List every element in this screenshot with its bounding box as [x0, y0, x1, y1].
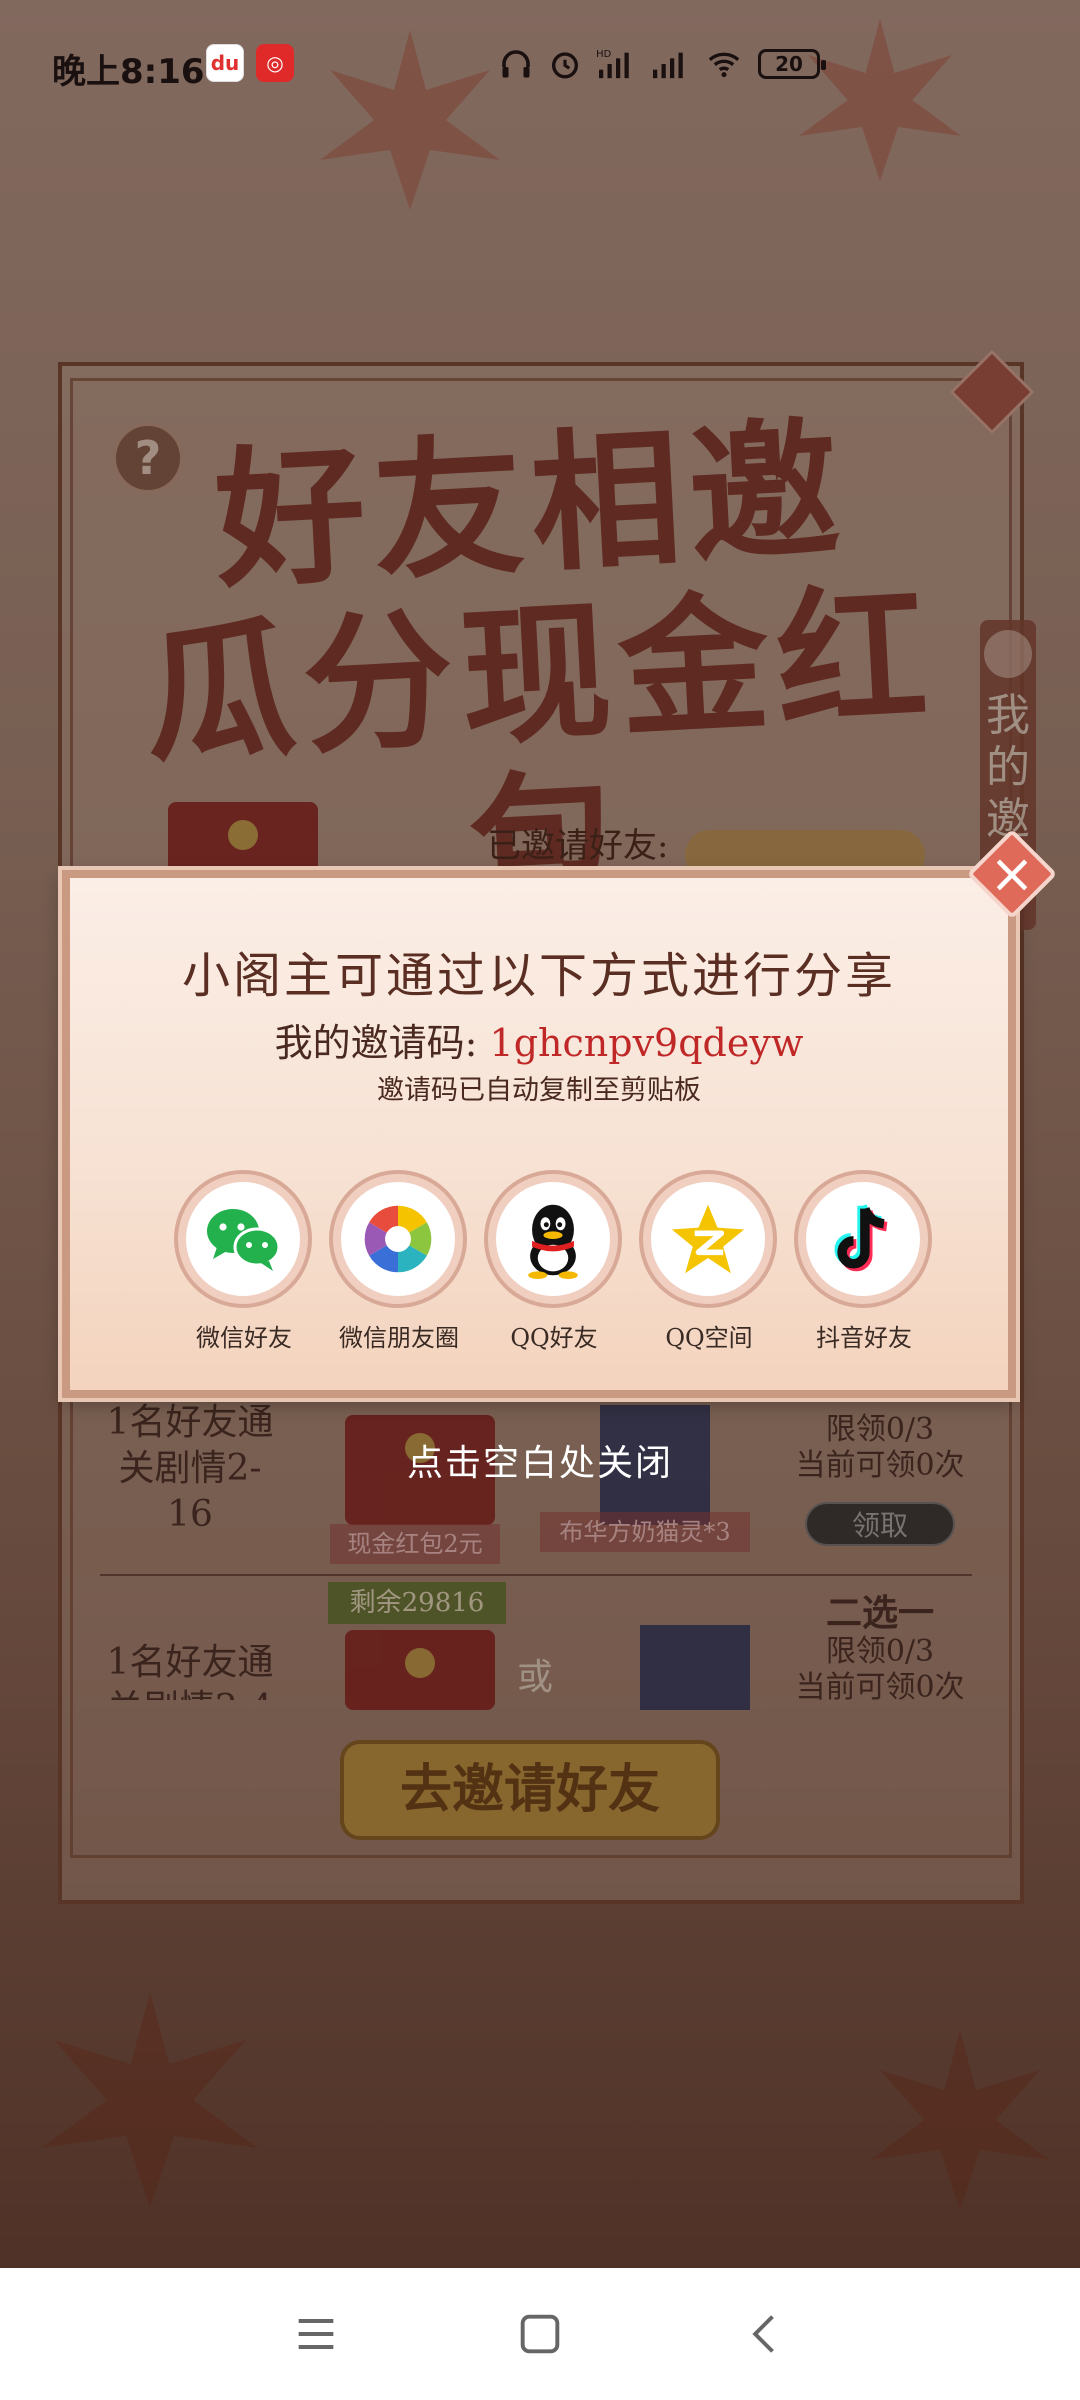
- wifi-icon: [708, 52, 740, 78]
- share-icon-ring: [329, 1170, 467, 1308]
- status-icons: HD 20: [498, 44, 826, 84]
- share-qzone-button[interactable]: QQ空间: [639, 1170, 779, 1353]
- share-icon-ring: [484, 1170, 622, 1308]
- close-icon[interactable]: ×: [980, 842, 1044, 906]
- share-option-label: QQ空间: [665, 1324, 753, 1352]
- signal-icon: [653, 52, 683, 79]
- modal-title: 小阁主可通过以下方式进行分享: [181, 948, 896, 1004]
- copied-note: 邀请码已自动复制至剪贴板: [377, 1075, 701, 1106]
- invite-code-label: 我的邀请码:: [274, 1021, 478, 1065]
- share-icon-ring: [639, 1170, 777, 1308]
- share-options: 微信好友 微信朋友圈 QQ好友 QQ空间 抖音好友: [174, 1170, 934, 1353]
- share-icon-face: [341, 1182, 455, 1296]
- share-icon-ring: [174, 1170, 312, 1308]
- invite-code-line: 我的邀请码: 1ghcnpv9qdeyw: [70, 1012, 1008, 1067]
- system-nav-bar: [0, 2268, 1080, 2400]
- share-douyin-friend-button[interactable]: 抖音好友: [794, 1170, 934, 1353]
- share-icon-face: [806, 1182, 920, 1296]
- share-icon-face: [496, 1182, 610, 1296]
- share-icon-ring: [794, 1170, 932, 1308]
- share-option-label: 抖音好友: [816, 1324, 912, 1352]
- wechat-moments-icon: [364, 1205, 432, 1273]
- home-icon[interactable]: [514, 2308, 566, 2360]
- menu-icon[interactable]: [290, 2308, 342, 2360]
- share-icon-face: [651, 1182, 765, 1296]
- invite-code-value[interactable]: 1ghcnpv9qdeyw: [490, 1021, 804, 1065]
- battery-level: 20: [775, 52, 803, 76]
- qq-icon: [528, 1204, 578, 1279]
- battery-icon: 20: [758, 49, 826, 79]
- netease-music-icon: ◎: [256, 44, 294, 82]
- signal-hd-icon: HD: [596, 49, 629, 79]
- share-wechat-moments-button[interactable]: 微信朋友圈: [329, 1170, 469, 1353]
- douyin-icon: [834, 1204, 888, 1272]
- share-modal: 小阁主可通过以下方式进行分享 我的邀请码: 1ghcnpv9qdeyw 邀请码已…: [62, 870, 1016, 1398]
- share-option-label: 微信朋友圈: [339, 1324, 459, 1352]
- share-option-label: 微信好友: [196, 1324, 292, 1352]
- back-icon[interactable]: [740, 2308, 792, 2360]
- tap-blank-to-close-hint: 点击空白处关闭: [406, 1443, 673, 1484]
- share-icon-face: [186, 1182, 300, 1296]
- headphones-icon: [502, 50, 530, 78]
- alarm-icon: [551, 52, 579, 79]
- share-option-label: QQ好友: [510, 1324, 598, 1352]
- share-wechat-friend-button[interactable]: 微信好友: [174, 1170, 314, 1353]
- status-time: 晚上8:16: [52, 52, 205, 92]
- baidu-map-icon: du: [206, 44, 244, 82]
- share-qq-friend-button[interactable]: QQ好友: [484, 1170, 624, 1353]
- svg-text:HD: HD: [596, 49, 611, 60]
- wechat-icon: [207, 1209, 281, 1271]
- status-bar: 晚上8:16 du ◎ HD 20: [0, 0, 1080, 128]
- qzone-icon: [671, 1204, 745, 1274]
